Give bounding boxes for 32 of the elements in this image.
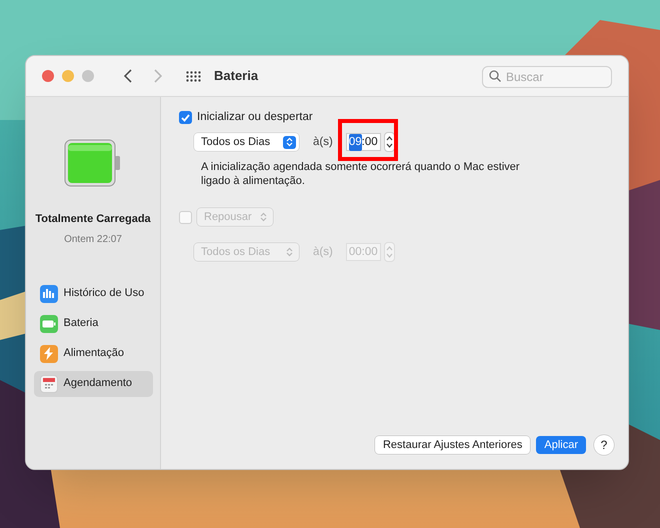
back-icon[interactable] [124, 69, 132, 83]
restore-button[interactable]: Restaurar Ajustes Anteriores [374, 436, 530, 454]
sidebar-item[interactable]: Bateria [34, 310, 152, 336]
time-field[interactable]: 09:00 [346, 133, 381, 152]
chevron-icon [283, 136, 296, 149]
sidebar-item[interactable]: Agendamento [34, 370, 152, 396]
calendar-icon [40, 374, 58, 392]
sidebar-item[interactable]: Alimentação [34, 340, 152, 366]
charge-time: Ontem 22:07 [64, 232, 122, 246]
checkbox-label: Inicializar ou despertar [197, 110, 313, 125]
popup-button[interactable]: Todos os Dias [194, 133, 299, 152]
note-text: A inicialização agendada somente ocorrerá quando o Mac estiver ligado à alimentação. [201, 160, 521, 188]
minimize-button[interactable] [62, 70, 74, 82]
battery-icon [40, 314, 58, 332]
forward-icon[interactable] [154, 69, 162, 83]
lightning-icon [40, 344, 58, 362]
search-field[interactable]: Buscar [482, 66, 612, 88]
highlight-box [338, 119, 398, 162]
help-button[interactable]: ? [594, 435, 614, 455]
zoom-button[interactable] [82, 70, 94, 82]
window-title: Bateria [214, 67, 258, 86]
battery-icon [64, 139, 122, 187]
search-icon [489, 70, 501, 82]
sidebar-item[interactable]: Histórico de Uso [34, 280, 152, 306]
time-label: à(s) [313, 134, 333, 150]
checkbox[interactable] [179, 111, 192, 124]
grid-icon[interactable] [186, 70, 201, 82]
apply-button[interactable]: Aplicar [536, 436, 586, 454]
battery-status: Totalmente Carregada [35, 212, 151, 227]
close-button[interactable] [42, 70, 54, 82]
stepper[interactable] [384, 132, 395, 152]
bar-chart-icon [40, 284, 58, 302]
